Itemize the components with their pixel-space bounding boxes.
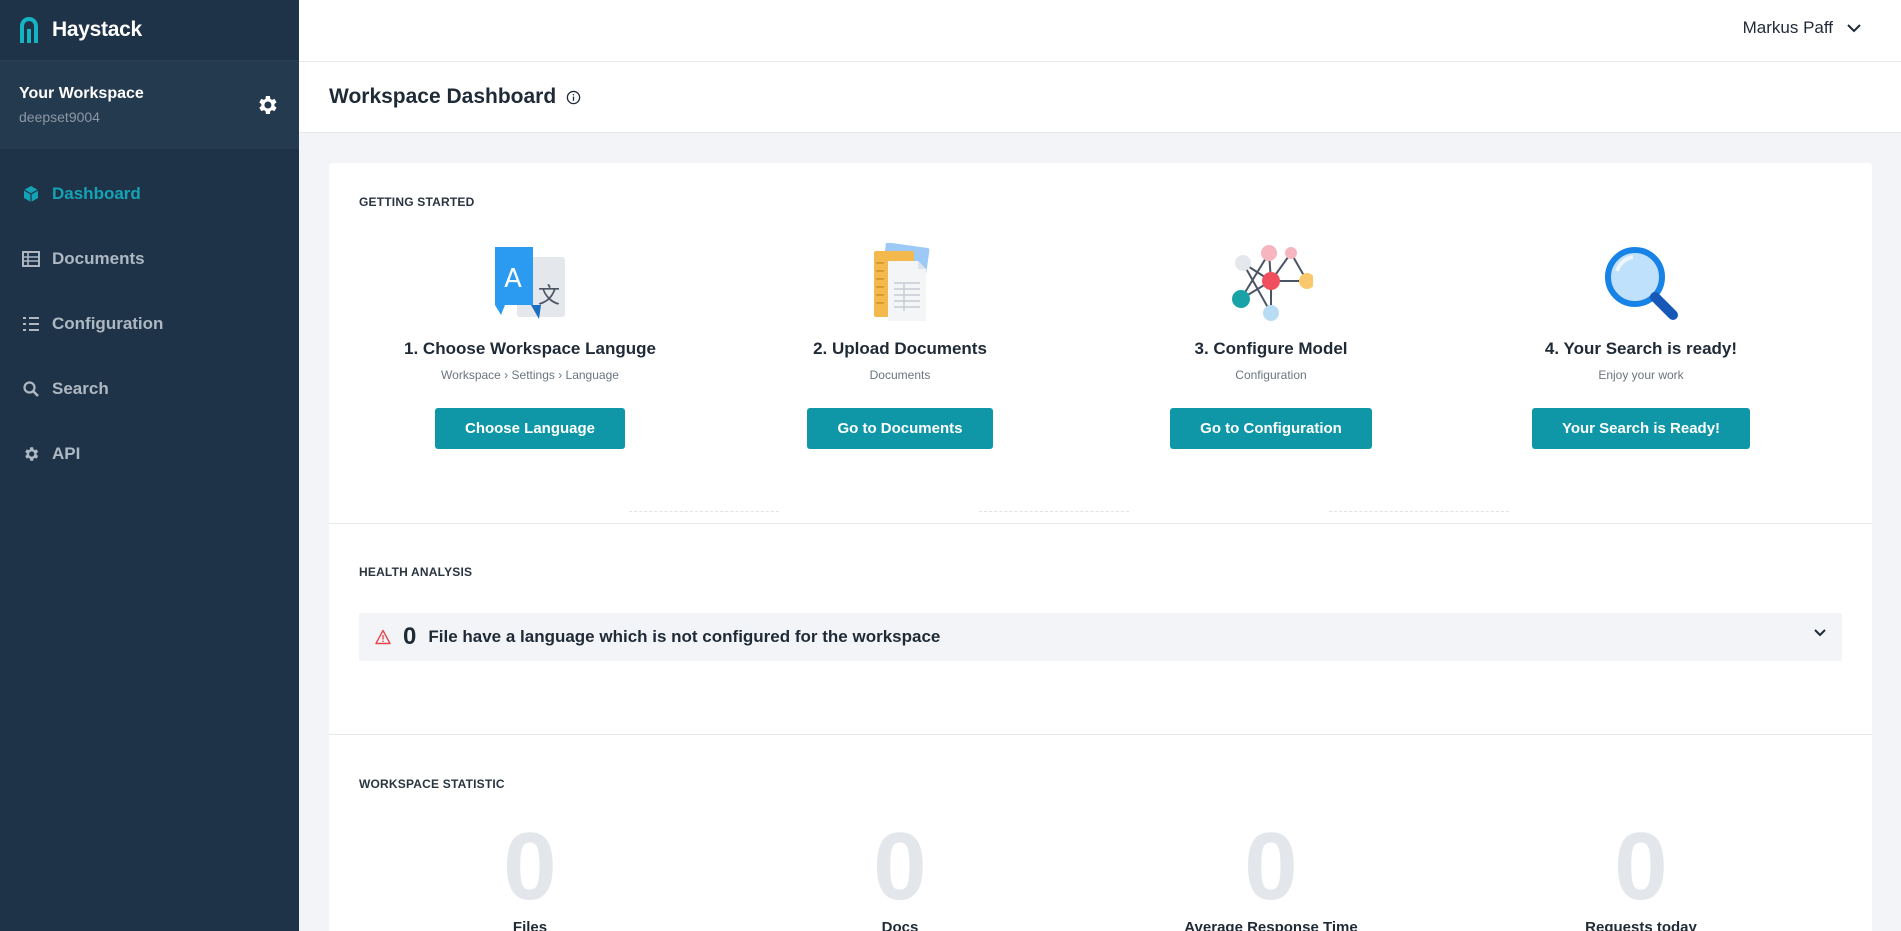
step-title: 3. Configure Model [1194, 339, 1348, 358]
stat-value: 0 [1614, 813, 1668, 920]
user-name: Markus Paff [1742, 18, 1833, 37]
step-title: 1. Choose Workspace Languge [404, 339, 656, 358]
step-choose-language: A 文 1. Choose Workspace Languge Workspac… [380, 243, 680, 449]
stat-files: 0 Files [400, 819, 660, 931]
workspace-title: Your Workspace [19, 85, 144, 102]
brand[interactable]: Haystack [0, 0, 299, 61]
chevron-down-icon [1847, 23, 1861, 32]
step-configure-model: 3. Configure Model Configuration Go to C… [1121, 243, 1421, 449]
sidebar-item-label: Dashboard [52, 183, 141, 203]
page-title: Workspace Dashboard [329, 85, 557, 108]
svg-text:文: 文 [538, 284, 560, 309]
workspace-statistic-label: WORKSPACE STATISTIC [359, 777, 505, 791]
step-connector [1329, 511, 1509, 512]
step-upload-documents: 2. Upload Documents Documents Go to Docu… [750, 243, 1050, 449]
health-alert-row[interactable]: 0 File have a language which is not conf… [359, 613, 1842, 661]
step-title: 2. Upload Documents [813, 339, 987, 358]
sidebar-item-label: Configuration [52, 313, 164, 333]
health-analysis-label: HEALTH ANALYSIS [359, 565, 473, 579]
workspace-panel: Your Workspace deepset9004 [0, 61, 299, 149]
search-icon [23, 380, 39, 397]
list-settings-icon [23, 316, 39, 331]
stat-value: 0 [1244, 813, 1298, 920]
magnifier-icon [1491, 243, 1791, 323]
sidebar-item-label: API [52, 443, 81, 463]
table-icon [22, 250, 40, 267]
sidebar-item-dashboard[interactable]: Dashboard [0, 161, 299, 226]
search-ready-button[interactable]: Your Search is Ready! [1531, 408, 1751, 449]
section-divider [329, 523, 1872, 524]
step-subtitle: Configuration [1235, 368, 1307, 382]
stat-requests-today: 0 Requests today [1511, 819, 1771, 931]
step-connector [629, 511, 779, 512]
stat-label: Average Response Time [1184, 919, 1358, 931]
workspace-settings-gear-icon[interactable] [255, 93, 279, 117]
go-to-configuration-button[interactable]: Go to Configuration [1170, 408, 1372, 449]
haystack-logo-icon [20, 17, 38, 43]
translate-icon: A 文 [380, 243, 680, 323]
health-alert-count: 0 [403, 623, 417, 650]
documents-icon [750, 243, 1050, 323]
section-divider [329, 734, 1872, 735]
choose-language-button[interactable]: Choose Language [434, 408, 625, 449]
sidebar-item-label: Documents [52, 248, 145, 268]
step-subtitle: Workspace › Settings › Language [441, 368, 619, 382]
top-header: Markus Paff [299, 0, 1901, 62]
brand-name: Haystack [52, 18, 142, 41]
step-search-ready: 4. Your Search is ready! Enjoy your work… [1491, 243, 1791, 449]
warning-triangle-icon [375, 629, 391, 645]
dashboard-card: GETTING STARTED A 文 1. Choose Workspace … [329, 163, 1872, 931]
step-connector [979, 511, 1129, 512]
user-menu[interactable]: Markus Paff [1743, 18, 1861, 38]
step-subtitle: Documents [869, 368, 931, 382]
step-title: 4. Your Search is ready! [1544, 339, 1738, 358]
getting-started-steps: A 文 1. Choose Workspace Languge Workspac… [329, 243, 1872, 512]
cube-icon [23, 185, 39, 202]
stat-value: 0 [873, 813, 927, 920]
getting-started-label: GETTING STARTED [359, 195, 475, 209]
sidebar-item-configuration[interactable]: Configuration [0, 291, 299, 356]
health-alert-text: File have a language which is not config… [428, 627, 941, 646]
stat-average-response-time: 0 Average Response Time [1141, 819, 1401, 931]
stat-docs: 0 Docs [770, 819, 1030, 931]
sidebar-nav: Dashboard Documents Configuration Search [0, 149, 299, 486]
chevron-down-icon[interactable] [1814, 629, 1826, 637]
sidebar: Haystack Your Workspace deepset9004 Dash… [0, 0, 299, 931]
stat-label: Requests today [1585, 919, 1697, 931]
network-model-icon [1121, 243, 1421, 323]
stat-value: 0 [503, 813, 557, 920]
stat-label: Files [512, 919, 548, 931]
sidebar-item-documents[interactable]: Documents [0, 226, 299, 291]
step-subtitle: Enjoy your work [1598, 368, 1684, 382]
sidebar-item-label: Search [52, 378, 109, 398]
sidebar-item-api[interactable]: API [0, 421, 299, 486]
sidebar-item-search[interactable]: Search [0, 356, 299, 421]
stat-label: Docs [881, 919, 919, 931]
svg-text:A: A [504, 264, 522, 294]
workspace-subtitle: deepset9004 [19, 109, 100, 125]
go-to-documents-button[interactable]: Go to Documents [807, 408, 993, 449]
info-icon[interactable] [566, 90, 581, 105]
page-header: Workspace Dashboard [299, 62, 1901, 133]
gear-icon [25, 446, 39, 461]
